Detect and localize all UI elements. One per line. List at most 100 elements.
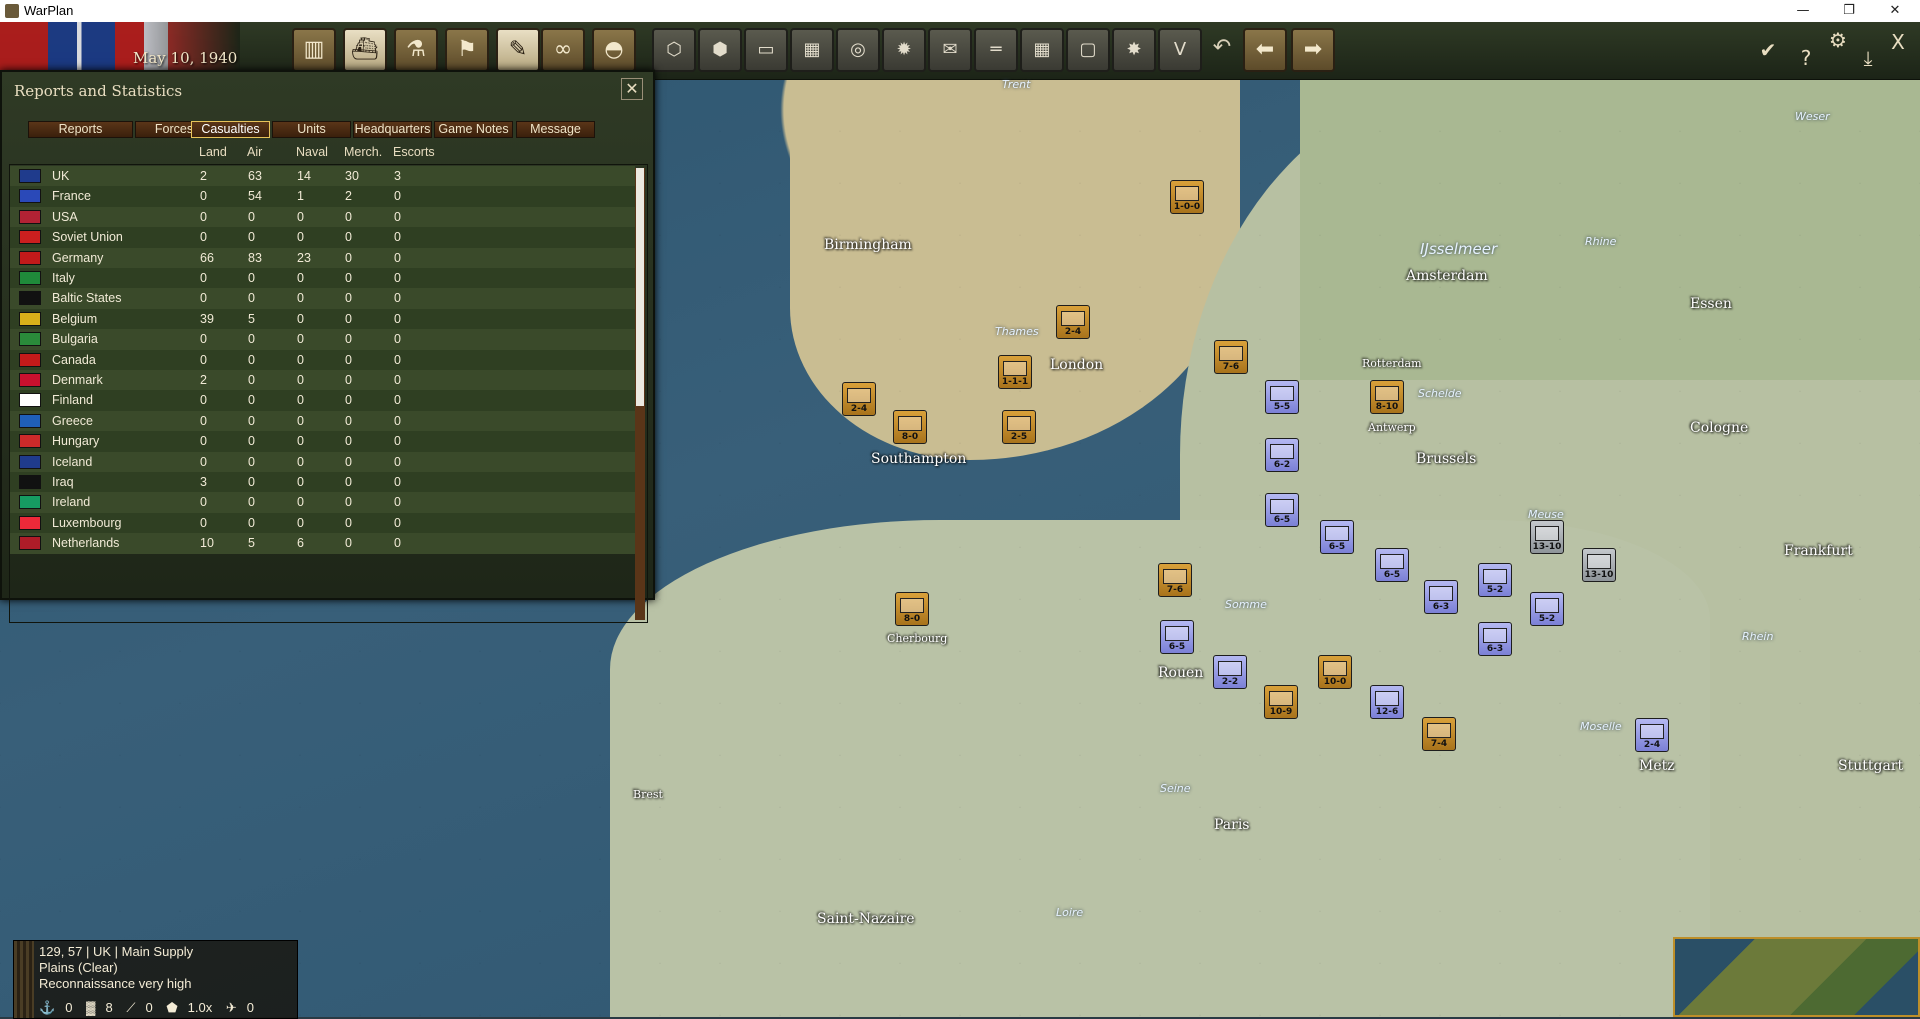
unit-counter[interactable]: 13-10 [1582,548,1616,582]
city-label[interactable]: Antwerp [1368,421,1416,434]
casualties-table[interactable]: UK 2 63 14 30 3 France 0 54 1 2 0 USA 0 0 0 0 0 Soviet Uni… [9,164,648,623]
unit-counter[interactable]: 2-4 [1635,718,1669,752]
tab-units[interactable]: Units [272,121,351,138]
next-button[interactable]: ➡ [1291,28,1335,72]
diplomacy-button[interactable]: ⚑ [445,28,489,72]
table-row[interactable]: Luxembourg 0 0 0 0 0 [10,512,635,534]
filter-supply-button[interactable]: ▭ [744,28,788,72]
unit-counter[interactable]: 7-6 [1214,340,1248,374]
victory-button[interactable]: V [1158,28,1202,72]
city-label[interactable]: Southampton [871,451,966,467]
unit-counter[interactable]: 8-0 [895,592,929,626]
table-row[interactable]: Netherlands 10 5 6 0 0 [10,533,635,554]
filter-zoc-button[interactable]: ▢ [1066,28,1110,72]
reports-button[interactable]: ✎ [496,28,540,72]
exit-button[interactable]: X [1882,26,1914,58]
confirm-button[interactable]: ✔ [1752,34,1784,66]
unit-counter[interactable]: 2-5 [1002,410,1036,444]
table-row[interactable]: UK 2 63 14 30 3 [10,166,635,187]
table-row[interactable]: Baltic States 0 0 0 0 0 [10,288,635,309]
unit-counter[interactable]: 6-2 [1265,438,1299,472]
city-label[interactable]: Paris [1214,817,1250,833]
tab-headquarters[interactable]: Headquarters [353,121,432,138]
filter-hex-button[interactable]: ⬡ [652,28,696,72]
unit-counter[interactable]: 13-10 [1530,520,1564,554]
filter-rail-button[interactable]: ═ [974,28,1018,72]
table-row[interactable]: USA 0 0 0 0 0 [10,206,635,228]
unit-counter[interactable]: 6-3 [1424,580,1458,614]
table-row[interactable]: Canada 0 0 0 0 0 [10,349,635,370]
city-label[interactable]: Saint-Nazaire [817,911,915,927]
maximize-button[interactable]: ❐ [1826,0,1872,22]
city-label[interactable]: Birmingham [824,237,912,253]
units-button[interactable]: ◓ [592,28,636,72]
city-label[interactable]: Stuttgart [1838,758,1903,774]
naval-button[interactable]: ⛴ [343,28,387,72]
tab-casualties[interactable]: Casualties [191,121,270,138]
unit-counter[interactable]: 6-5 [1375,548,1409,582]
unit-counter[interactable]: 7-4 [1422,717,1456,751]
previous-button[interactable]: ⬅ [1243,28,1287,72]
city-label[interactable]: Metz [1639,758,1675,774]
table-row[interactable]: Belgium 39 5 0 0 0 [10,308,635,330]
save-button[interactable]: ⤓ [1852,42,1884,74]
city-label[interactable]: Cherbourg [887,632,947,645]
filter-combat-button[interactable]: ✸ [1112,28,1156,72]
filter-terrain-button[interactable]: ⬢ [698,28,742,72]
unit-counter[interactable]: 2-4 [1056,305,1090,339]
tab-game-notes[interactable]: Game Notes [434,121,513,138]
table-row[interactable]: Germany 66 83 23 0 0 [10,247,635,268]
unit-counter[interactable]: 1-0-0 [1170,180,1204,214]
table-row[interactable]: Finland 0 0 0 0 0 [10,390,635,411]
city-label[interactable]: Rouen [1158,665,1203,681]
table-row[interactable]: Iceland 0 0 0 0 0 [10,451,635,472]
research-button[interactable]: ⚗ [394,28,438,72]
window-close-button[interactable]: ✕ [1872,0,1918,22]
unit-counter[interactable]: 6-5 [1320,520,1354,554]
production-button[interactable]: ▥ [292,28,336,72]
filter-resources-button[interactable]: ▦ [790,28,834,72]
unit-counter[interactable]: 7-6 [1158,563,1192,597]
city-label[interactable]: Rotterdam [1362,357,1422,370]
filter-grid-button[interactable]: ▦ [1020,28,1064,72]
city-label[interactable]: Essen [1690,296,1732,312]
unit-counter[interactable]: 1-1-1 [998,355,1032,389]
city-label[interactable]: London [1050,357,1103,373]
tab-reports[interactable]: Reports [28,121,133,138]
settings-button[interactable]: ⚙ [1822,24,1854,56]
unit-counter[interactable]: 8-10 [1370,380,1404,414]
city-label[interactable]: Amsterdam [1406,268,1488,284]
table-row[interactable]: Iraq 3 0 0 0 0 [10,472,635,493]
panel-close-button[interactable]: ✕ [621,78,643,100]
minimize-button[interactable]: — [1780,0,1826,22]
unit-counter[interactable]: 6-5 [1265,493,1299,527]
tab-message[interactable]: Message [516,121,595,138]
undo-button[interactable]: ↶ [1200,28,1244,72]
unit-counter[interactable]: 5-2 [1478,563,1512,597]
table-row[interactable]: Hungary 0 0 0 0 0 [10,431,635,452]
table-row[interactable]: Ireland 0 0 0 0 0 [10,492,635,513]
table-row[interactable]: Bulgaria 0 0 0 0 0 [10,329,635,350]
unit-counter[interactable]: 2-2 [1213,655,1247,689]
recon-button[interactable]: ∞ [541,28,585,72]
scrollbar-thumb[interactable] [636,168,644,406]
unit-counter[interactable]: 8-0 [893,410,927,444]
unit-counter[interactable]: 2-4 [842,382,876,416]
table-row[interactable]: Denmark 2 0 0 0 0 [10,370,635,391]
status-grip[interactable] [14,941,34,1018]
table-row[interactable]: Soviet Union 0 0 0 0 0 [10,227,635,248]
table-row[interactable]: Greece 0 0 0 0 0 [10,410,635,432]
filter-hq-button[interactable]: ✉ [928,28,972,72]
minimap[interactable] [1673,937,1920,1017]
city-label[interactable]: Brest [633,788,663,801]
filter-cities-button[interactable]: ✹ [882,28,926,72]
unit-counter[interactable]: 6-5 [1160,620,1194,654]
table-row[interactable]: Italy 0 0 0 0 0 [10,268,635,289]
unit-counter[interactable]: 10-0 [1318,655,1352,689]
unit-counter[interactable]: 6-3 [1478,622,1512,656]
city-label[interactable]: Cologne [1690,420,1748,436]
filter-target-button[interactable]: ◎ [836,28,880,72]
unit-counter[interactable]: 12-6 [1370,685,1404,719]
table-row[interactable]: France 0 54 1 2 0 [10,186,635,207]
unit-counter[interactable]: 5-2 [1530,592,1564,626]
